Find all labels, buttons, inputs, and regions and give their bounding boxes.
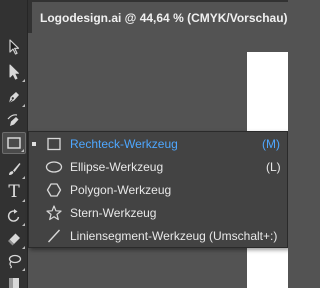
document-tab-title: Logodesign.ai @ 44,64 % (CMYK/Vorschau) [40,10,288,25]
flyout-indicator [21,149,24,152]
menu-item-label: Stern-Werkzeug [70,206,157,220]
flyout-indicator [22,199,25,202]
menu-item-label: Polygon-Werkzeug [70,183,172,197]
curvature-tool[interactable] [2,110,26,132]
menu-item-shortcut: (M) [262,137,280,151]
arrow-icon [7,39,21,55]
menu-item-star-tool[interactable]: Stern-Werkzeug [29,202,287,224]
illustrator-window: Logodesign.ai @ 44,64 % (CMYK/Vorschau) [0,0,288,288]
direct-selection-tool[interactable] [2,61,26,83]
lasso-icon [6,253,22,269]
menu-item-shortcut: (L) [266,160,281,174]
rotate-icon [6,208,22,224]
current-tool-indicator [32,142,36,146]
rectangle-icon [6,136,22,150]
brush-icon [6,161,22,177]
menu-item-line-segment-tool[interactable]: Liniensegment-Werkzeug (Umschalt+:) [29,225,287,247]
document-tab[interactable]: Logodesign.ai @ 44,64 % (CMYK/Vorschau) [32,2,288,33]
menu-item-label: Liniensegment-Werkzeug [70,229,206,243]
swatch-tool[interactable] [2,272,26,288]
rotate-tool[interactable] [2,205,26,227]
flyout-indicator [22,268,25,271]
pen-tool[interactable] [2,86,26,108]
menu-item-shortcut: (Umschalt+:) [209,229,278,243]
shape-tools-flyout-menu: Rechteck-Werkzeug (M) Ellipse-Werkzeug (… [28,131,288,248]
rectangle-tool[interactable] [2,132,26,154]
type-t-icon: T [8,181,20,202]
star-icon [45,205,63,221]
menu-item-label: Ellipse-Werkzeug [70,160,164,174]
lasso-tool[interactable] [2,250,26,272]
swatch-icon [6,275,22,288]
pen-nib-icon [6,89,22,105]
polygon-icon [45,182,63,198]
flyout-indicator [22,176,25,179]
flyout-indicator [22,223,25,226]
type-tool[interactable]: T [2,181,26,203]
eraser-tool[interactable] [2,228,26,250]
menu-item-polygon-tool[interactable]: Polygon-Werkzeug [29,179,287,201]
flyout-indicator [22,246,25,249]
selection-tool[interactable] [2,36,26,58]
flyout-indicator [22,79,25,82]
line-segment-icon [45,228,63,244]
curvature-pen-icon [6,113,22,129]
menu-item-rectangle-tool[interactable]: Rechteck-Werkzeug (M) [29,133,287,155]
tools-panel: T [0,0,28,288]
menu-item-label: Rechteck-Werkzeug [70,137,178,151]
eraser-icon [6,231,22,247]
rectangle-icon [45,136,63,152]
document-tab-bar: Logodesign.ai @ 44,64 % (CMYK/Vorschau) [28,0,288,33]
white-arrow-icon [7,64,21,80]
flyout-indicator [22,104,25,107]
ellipse-icon [45,159,63,175]
menu-item-ellipse-tool[interactable]: Ellipse-Werkzeug (L) [29,156,287,178]
paintbrush-tool[interactable] [2,158,26,180]
